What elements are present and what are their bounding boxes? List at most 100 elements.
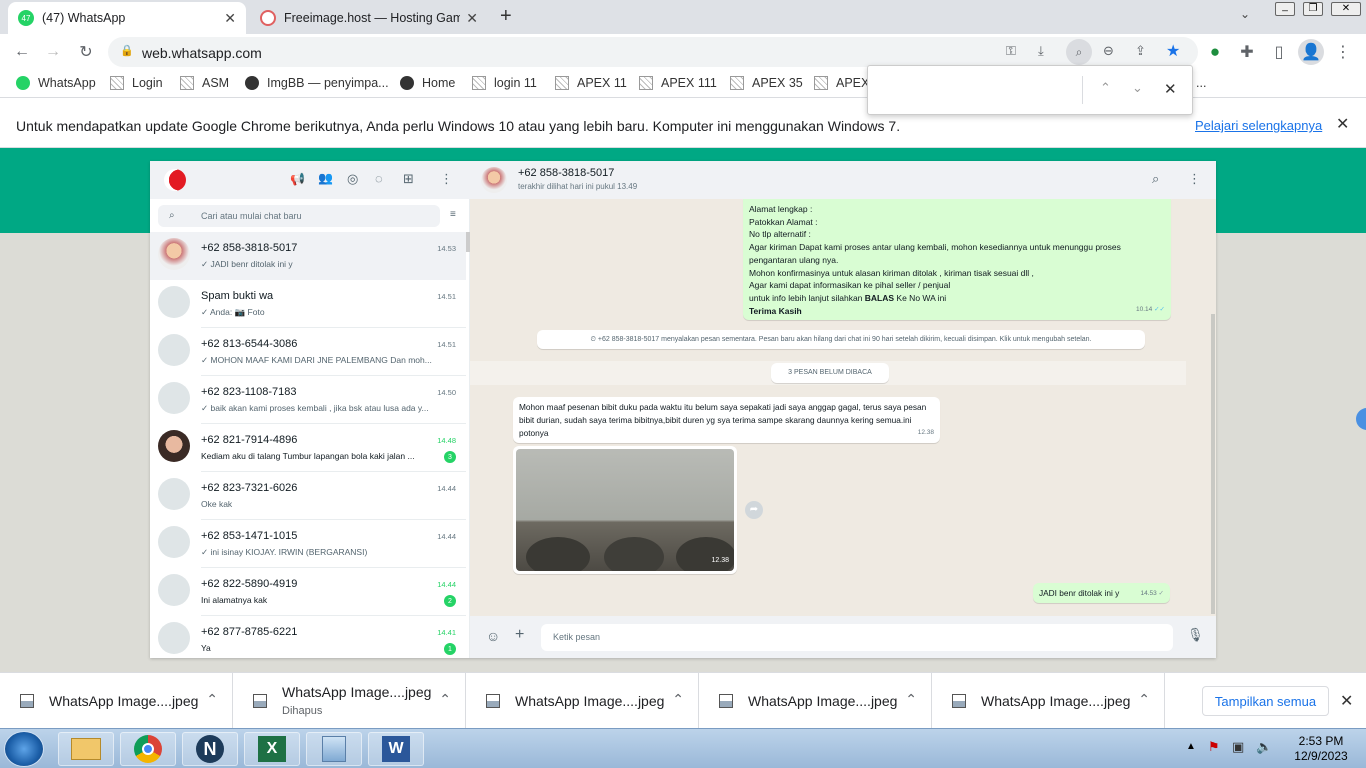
download-item[interactable]: WhatsApp Image....jpeg ⌃ <box>699 673 932 729</box>
tab-freeimage[interactable]: Freeimage.host — Hosting Gamb ✕ <box>250 2 488 34</box>
message-scrollbar[interactable] <box>1211 314 1215 614</box>
network-icon[interactable]: ▣ <box>1232 739 1244 755</box>
filter-icon[interactable]: ≡ <box>450 209 456 220</box>
groups-icon[interactable]: 👥 <box>318 171 333 185</box>
bookmark-apex-111[interactable]: APEX 111 <box>639 76 717 90</box>
chat-item[interactable]: +62 858-3818-5017 ✓ JADI benr ditolak in… <box>150 232 466 280</box>
chat-item[interactable]: +62 821-7914-4896 Kediam aku di talang T… <box>150 424 466 472</box>
download-item[interactable]: WhatsApp Image....jpeg ⌃ <box>466 673 699 729</box>
bookmark-whatsapp[interactable]: WhatsApp <box>16 76 96 90</box>
close-find-icon[interactable]: ✕ <box>1164 80 1177 98</box>
bookmark-apex-11[interactable]: APEX 11 <box>555 76 627 90</box>
channels-icon[interactable]: ◌ <box>375 171 383 186</box>
chevron-up-icon[interactable]: ⌃ <box>905 691 917 708</box>
close-window-icon[interactable]: ✕ <box>1331 2 1361 16</box>
emoji-icon[interactable]: ☺ <box>486 628 500 644</box>
volume-icon[interactable]: 🔈 <box>1256 739 1272 755</box>
close-downloads-icon[interactable]: ✕ <box>1340 691 1353 711</box>
taskbar-word[interactable]: W <box>368 732 424 766</box>
taskbar-chrome[interactable] <box>120 732 176 766</box>
chat-item[interactable]: Spam bukti wa ✓ Anda: 📷 Foto 14.51 <box>150 280 466 328</box>
chrome-menu-icon[interactable]: ⋮ <box>1330 39 1356 65</box>
forward-icon[interactable]: → <box>40 39 66 65</box>
find-page-icon[interactable]: ⌕ <box>1066 39 1092 65</box>
bookmark-overflow[interactable]: ... <box>1196 76 1206 90</box>
bookmark-apex-35[interactable]: APEX 35 <box>730 76 803 90</box>
forward-icon[interactable]: ➦ <box>745 501 763 519</box>
bookmark-imgbb[interactable]: ImgBB — penyimpa... <box>245 76 389 90</box>
extension-green-icon[interactable]: ● <box>1202 39 1228 65</box>
chevron-up-icon[interactable]: ⌃ <box>206 691 218 708</box>
outgoing-template-message[interactable]: Alamat lengkap : Patokkan Alamat : No tl… <box>743 199 1171 320</box>
action-center-icon[interactable]: ⚑ <box>1208 739 1220 755</box>
chat-item[interactable]: +62 877-8785-6221 Ya 14.41 1 <box>150 616 466 658</box>
profile-avatar[interactable] <box>164 169 186 191</box>
attach-plus-icon[interactable]: + <box>515 626 524 644</box>
disappearing-messages-notice[interactable]: ⏲ +62 858-3818-5017 menyalakan pesan sem… <box>537 330 1145 349</box>
new-chat-icon[interactable]: ⊞ <box>403 171 414 187</box>
find-next-icon[interactable]: ⌄ <box>1132 80 1143 96</box>
start-button[interactable] <box>4 731 44 767</box>
chat-item[interactable]: +62 822-5890-4919 Ini alamatnya kak 14.4… <box>150 568 466 616</box>
microphone-icon[interactable]: 🎙 <box>1187 627 1204 643</box>
profile-avatar-icon[interactable]: 👤 <box>1298 39 1324 65</box>
key-icon[interactable]: ⚿ <box>1006 43 1016 59</box>
incoming-text-message[interactable]: Mohon maaf pesenan bibit duku pada waktu… <box>513 397 940 443</box>
bookmark-home[interactable]: Home <box>400 76 455 90</box>
share-icon[interactable]: ⇪ <box>1135 43 1146 59</box>
download-item[interactable]: WhatsApp Image....jpeg ⌃ <box>932 673 1165 729</box>
search-chat-icon[interactable]: ⌕ <box>1152 171 1159 187</box>
communities-icon[interactable]: 📢 <box>290 172 305 186</box>
tab-whatsapp[interactable]: 47 (47) WhatsApp ✕ <box>8 2 246 34</box>
bookmark-apex[interactable]: APEX <box>814 76 869 90</box>
zoom-icon[interactable]: ⊖ <box>1103 43 1114 59</box>
bookmark-asm[interactable]: ASM <box>180 76 229 90</box>
search-input[interactable]: Cari atau mulai chat baru <box>201 211 302 221</box>
contact-avatar[interactable] <box>481 167 507 193</box>
taskbar-excel[interactable]: X <box>244 732 300 766</box>
chevron-up-icon[interactable]: ⌃ <box>1138 691 1150 708</box>
back-icon[interactable]: ← <box>9 39 35 65</box>
chevron-up-icon[interactable]: ⌃ <box>672 691 684 708</box>
chat-item[interactable]: +62 823-7321-6026 Oke kak 14.44 <box>150 472 466 520</box>
status-icon[interactable]: ◎ <box>347 171 358 187</box>
side-panel-icon[interactable]: ▯ <box>1266 39 1292 65</box>
chat-menu-icon[interactable]: ⋮ <box>1188 171 1201 187</box>
chat-item[interactable]: +62 823-1108-7183 ✓ baik akan kami prose… <box>150 376 466 424</box>
message-input[interactable]: Ketik pesan <box>541 624 1173 651</box>
reload-icon[interactable]: ↻ <box>73 39 99 65</box>
side-extension-tab[interactable] <box>1356 408 1366 430</box>
new-tab-icon[interactable]: + <box>500 5 512 28</box>
find-input[interactable] <box>876 76 1076 104</box>
tab-search-chevron-icon[interactable]: ⌄ <box>1240 7 1250 21</box>
menu-icon[interactable]: ⋮ <box>440 171 453 187</box>
tray-overflow-icon[interactable]: ▲ <box>1186 741 1196 752</box>
address-bar[interactable]: 🔒 web.whatsapp.com ⚿ ⤓ ⌕ ⊖ ⇪ ★ <box>108 37 1198 67</box>
incoming-image-message[interactable]: 12.38 <box>513 446 737 574</box>
bookmark-login-11[interactable]: login 11 <box>472 76 537 90</box>
bookmark-login[interactable]: Login <box>110 76 163 90</box>
minimize-icon[interactable]: _ <box>1275 2 1295 16</box>
close-tab-icon[interactable]: ✕ <box>466 10 478 27</box>
taskbar-app-n[interactable]: N <box>182 732 238 766</box>
download-item[interactable]: WhatsApp Image....jpeg Dihapus ⌃ <box>233 673 466 729</box>
chat-search[interactable]: ⌕ Cari atau mulai chat baru <box>158 205 440 227</box>
system-clock[interactable]: 2:53 PM 12/9/2023 <box>1276 734 1366 764</box>
chevron-up-icon[interactable]: ⌃ <box>439 691 451 708</box>
plant-photo[interactable]: 12.38 <box>516 449 734 571</box>
learn-more-link[interactable]: Pelajari selengkapnya <box>1195 118 1322 133</box>
taskbar-notepad[interactable] <box>306 732 362 766</box>
install-icon[interactable]: ⤓ <box>1038 43 1044 59</box>
restore-icon[interactable]: ❐ <box>1303 2 1323 16</box>
chat-item[interactable]: +62 853-1471-1015 ✓ ini isinay KIOJAY. I… <box>150 520 466 568</box>
bookmark-star-icon[interactable]: ★ <box>1166 41 1180 61</box>
close-infobar-icon[interactable]: ✕ <box>1336 114 1349 134</box>
extensions-puzzle-icon[interactable]: ✚ <box>1234 39 1260 65</box>
conversation-header[interactable]: +62 858-3818-5017 terakhir dilihat hari … <box>470 161 1216 199</box>
find-previous-icon[interactable]: ⌃ <box>1100 80 1111 96</box>
download-item[interactable]: WhatsApp Image....jpeg ⌃ <box>0 673 233 729</box>
show-all-downloads-button[interactable]: Tampilkan semua <box>1202 686 1329 716</box>
chat-item[interactable]: +62 813-6544-3086 ✓ MOHON MAAF KAMI DARI… <box>150 328 466 376</box>
taskbar-explorer[interactable] <box>58 732 114 766</box>
close-tab-icon[interactable]: ✕ <box>224 10 236 27</box>
